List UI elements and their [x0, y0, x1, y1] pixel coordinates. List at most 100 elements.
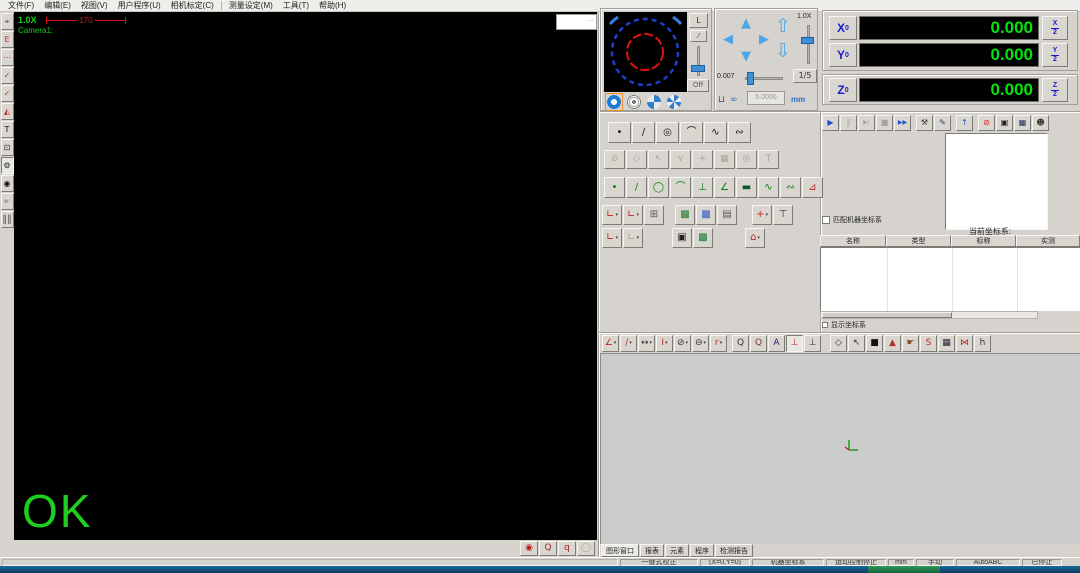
s-report-button[interactable]: S — [920, 335, 937, 352]
closed-curve-tool-button[interactable]: ∾ — [728, 122, 751, 143]
dropdown-arrow-icon[interactable]: ▾ — [629, 341, 632, 346]
barcode-icon[interactable]: ║║ — [1, 211, 14, 228]
zoom-slider-handle[interactable] — [801, 37, 814, 44]
tab-元素[interactable]: 元素 — [665, 544, 689, 557]
measure-line-tool-icon[interactable]: ⋯ — [1, 49, 14, 66]
angle-sample-tool-icon[interactable]: ◭ — [1, 103, 14, 120]
point-measure-button[interactable]: • — [604, 177, 625, 198]
edit-program-button[interactable]: ✎ — [934, 115, 951, 131]
curve-tool-button[interactable]: ∿ — [704, 122, 727, 143]
menu-item[interactable]: 帮助(H) — [314, 0, 351, 11]
dropdown-arrow-icon[interactable]: ▾ — [704, 341, 707, 346]
ring-light-button[interactable] — [605, 93, 623, 111]
axis-cs3-button[interactable]: ∟▾ — [602, 228, 622, 248]
home-button[interactable]: ⌂▾ — [745, 228, 765, 248]
curve-measure-button[interactable]: ∿ — [758, 177, 779, 198]
dropdown-arrow-icon[interactable]: ▾ — [615, 213, 618, 218]
align-cross-button[interactable]: +▾ — [752, 205, 772, 225]
tab-报表[interactable]: 报表 — [640, 544, 664, 557]
camera-info-box[interactable]: … — [556, 14, 597, 30]
focus-check-tool-icon[interactable]: ✓ — [1, 67, 14, 84]
closed-curve-measure-button[interactable]: ∾ — [780, 177, 801, 198]
cursor-tool-button[interactable]: ↖ — [848, 335, 865, 352]
jog-down-button[interactable]: ▼ — [741, 50, 751, 63]
circle-measure-button[interactable]: ◯ — [648, 177, 669, 198]
y-half-button[interactable]: Y2 — [1042, 43, 1068, 67]
show-coordinate-checkbox[interactable]: 显示坐标系 — [822, 320, 866, 330]
polygon-select-button[interactable]: ◇ — [830, 335, 847, 352]
y-zero-button[interactable]: Y0 — [829, 43, 857, 67]
tools-button[interactable]: ⚒ — [916, 115, 933, 131]
calc-button[interactable]: ▤ — [717, 205, 737, 225]
origin-measure-button[interactable]: ⊥ — [692, 177, 713, 198]
z-up-button[interactable]: ⇧ — [775, 17, 791, 36]
height-measure-button[interactable]: ⊿ — [802, 177, 823, 198]
grid-view-button[interactable]: ▦ — [1014, 115, 1031, 131]
monitor-dark-button[interactable]: ▣ — [672, 228, 692, 248]
quadrant-light-button[interactable] — [645, 93, 663, 111]
edge-detect-tool-icon[interactable]: E — [1, 31, 14, 48]
light-slider-handle[interactable] — [691, 65, 705, 72]
move-up-button[interactable]: ↑ — [956, 115, 973, 131]
segment-light-button[interactable] — [665, 93, 683, 111]
menu-item[interactable]: 工具(T) — [278, 0, 314, 11]
hand-pan-button[interactable]: ☛ — [902, 335, 919, 352]
table-header-1[interactable]: 名称 — [820, 235, 886, 247]
stage-icon[interactable]: ⊔ — [718, 95, 725, 105]
dropdown-arrow-icon[interactable]: ▾ — [650, 341, 653, 346]
speed-slider-handle[interactable] — [747, 72, 754, 85]
jog-up-button[interactable]: ▲ — [741, 17, 751, 30]
axis-display-toggle[interactable]: ⊥ — [786, 335, 803, 352]
point-tool-button[interactable]: • — [608, 122, 631, 143]
run-fast-button[interactable]: ▶▶ — [894, 115, 911, 131]
table-header-4[interactable]: 实测 — [1016, 235, 1080, 247]
x-measure-button[interactable]: ⋈ — [956, 335, 973, 352]
light-off-button[interactable]: Off — [687, 79, 709, 92]
stop-motion-button[interactable]: ⊘ — [978, 115, 995, 131]
tab-程序[interactable]: 程序 — [690, 544, 714, 557]
circle-dim-button[interactable]: ⊖▾ — [692, 335, 709, 352]
angle-dim-button[interactable]: ∠▾ — [602, 335, 619, 352]
view-target-button[interactable]: ◉ — [520, 541, 538, 556]
program-list-panel[interactable] — [945, 133, 1048, 230]
triangle-view-button[interactable]: ▲ — [884, 335, 901, 352]
arc-tool-button[interactable]: ⌒ — [680, 122, 703, 143]
match-machine-checkbox[interactable]: 匹配机器坐标系 — [822, 215, 882, 225]
arc-measure-button[interactable]: ⌒ — [670, 177, 691, 198]
diameter-dim-button[interactable]: ⊘▾ — [674, 335, 691, 352]
jog-right-button[interactable]: ▶ — [759, 33, 769, 46]
h-distance-button[interactable]: ↔▾ — [638, 335, 655, 352]
navigate-icon[interactable]: ∞ — [730, 95, 738, 105]
v-distance-button[interactable]: I▾ — [656, 335, 673, 352]
menu-item[interactable]: 文件(F) — [3, 0, 39, 11]
selection-box-tool-icon[interactable]: ⊡ — [1, 139, 14, 156]
x-zero-button[interactable]: X0 — [829, 16, 857, 40]
checkbox-box[interactable] — [822, 322, 828, 328]
menu-item[interactable]: 视图(V) — [76, 0, 113, 11]
dropdown-arrow-icon[interactable]: ▾ — [720, 341, 723, 346]
axis-frame-button[interactable]: ⊞ — [644, 205, 664, 225]
text-annotation-tool-icon[interactable]: T — [1, 121, 14, 138]
plane-measure-button[interactable]: ▬ — [736, 177, 757, 198]
monitor-button[interactable]: ▣ — [996, 115, 1013, 131]
menu-item[interactable]: 用户程序(U) — [113, 0, 166, 11]
zoom-in-button[interactable]: Q — [539, 541, 557, 556]
table-scroll-thumb[interactable] — [822, 312, 952, 318]
menu-item[interactable]: 测量设定(M) — [224, 0, 278, 11]
h-label-button[interactable]: h — [974, 335, 991, 352]
stage-green2-button[interactable]: ▩ — [693, 228, 713, 248]
stage-blue-button[interactable]: ▩ — [696, 205, 716, 225]
line-measure-button[interactable]: ∕ — [626, 177, 647, 198]
crosshair-tool-icon[interactable]: ⌖ — [1, 13, 14, 30]
table-h-scrollbar[interactable] — [820, 311, 1038, 319]
table-header-2[interactable]: 类型 — [886, 235, 951, 247]
zoom-in-view-button[interactable]: Q — [750, 335, 767, 352]
dropdown-arrow-icon[interactable]: ▾ — [665, 341, 668, 346]
line-tool-button[interactable]: ∕ — [632, 122, 655, 143]
z-half-button[interactable]: Z2 — [1042, 78, 1068, 102]
jog-left-button[interactable]: ◀ — [723, 33, 733, 46]
camera-capture-icon[interactable]: ◉ — [1, 175, 14, 192]
graphics-canvas[interactable] — [600, 353, 1080, 544]
zoom-out-view-button[interactable]: Q — [732, 335, 749, 352]
probe-button[interactable]: ⊤ — [773, 205, 793, 225]
